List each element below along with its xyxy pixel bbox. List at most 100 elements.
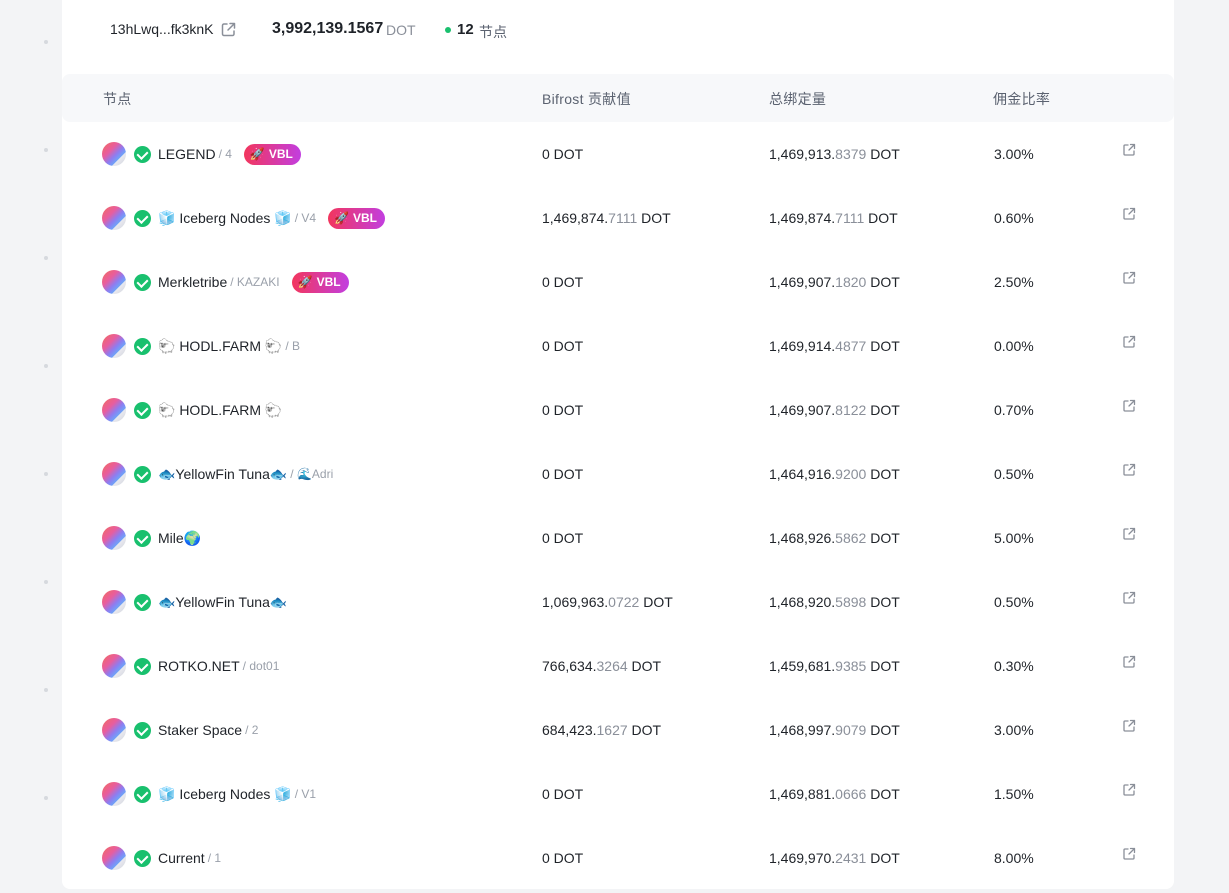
external-link-icon[interactable]	[1122, 655, 1136, 669]
amount-unit: DOT	[549, 338, 584, 354]
validator-name[interactable]: 🧊 Iceberg Nodes 🧊	[158, 786, 292, 803]
bifrost-contribution: 0 DOT	[542, 338, 583, 354]
validator-sub-name: / KAZAKI	[230, 275, 280, 289]
badge-label: VBL	[268, 147, 293, 161]
check-circle-icon	[134, 594, 151, 611]
table-row[interactable]: 🧊 Iceberg Nodes 🧊 / V4 🚀 VBL 1,469,874.71…	[62, 186, 1174, 250]
validator-name[interactable]: LEGEND	[158, 146, 216, 162]
account-address[interactable]: 13hLwq...fk3knK	[110, 21, 214, 37]
validator-name[interactable]: 🐟YellowFin Tuna🐟	[158, 594, 287, 611]
amount-decimal: 2431	[835, 850, 867, 866]
external-link-icon[interactable]	[1122, 847, 1136, 861]
table-row[interactable]: Staker Space / 2 684,423.1627 DOT 1,468,…	[62, 698, 1174, 762]
validator-name-cell: 🧊 Iceberg Nodes 🧊 / V4 🚀 VBL	[158, 186, 386, 250]
validator-name[interactable]: 🐟YellowFin Tuna🐟	[158, 466, 287, 483]
bifrost-contribution: 684,423.1627 DOT	[542, 722, 661, 738]
amount-unit: DOT	[866, 658, 900, 674]
amount-integer: 1,469,970.	[769, 850, 836, 866]
validator-name-cell: 🧊 Iceberg Nodes 🧊 / V1	[158, 762, 316, 826]
validator-name[interactable]: 🧊 Iceberg Nodes 🧊	[158, 210, 292, 227]
bifrost-contribution: 1,069,963.0722 DOT	[542, 594, 673, 610]
commission-rate: 0.30%	[994, 658, 1034, 674]
validator-name[interactable]: Staker Space	[158, 722, 242, 738]
validator-name-cell: LEGEND / 4 🚀 VBL	[158, 122, 301, 186]
validator-sub-name: / dot01	[242, 659, 280, 673]
table-row[interactable]: 🐑 HODL.FARM 🐑 / B 0 DOT 1,469,914.4877 D…	[62, 314, 1174, 378]
table-row[interactable]: ROTKO.NET / dot01 766,634.3264 DOT 1,459…	[62, 634, 1174, 698]
check-circle-icon	[134, 210, 151, 227]
external-link-icon[interactable]	[1122, 719, 1136, 733]
external-link-icon[interactable]	[1122, 335, 1136, 349]
validator-name-cell: Current / 1	[158, 826, 221, 890]
validator-name[interactable]: ROTKO.NET	[158, 658, 240, 674]
total-bonded: 1,468,997.9079 DOT	[769, 722, 900, 738]
table-row[interactable]: Current / 1 0 DOT 1,469,970.2431 DOT 8.0…	[62, 826, 1174, 890]
amount-unit: DOT	[627, 658, 662, 674]
total-bonded-unit: DOT	[386, 22, 416, 38]
external-link-icon[interactable]	[220, 21, 237, 38]
table-row[interactable]: 🐑 HODL.FARM 🐑 0 DOT 1,469,907.8122 DOT 0…	[62, 378, 1174, 442]
validator-avatar	[102, 782, 126, 806]
vbl-badge: 🚀 VBL	[328, 207, 386, 229]
amount-decimal: 5862	[835, 530, 867, 546]
side-decoration	[44, 0, 52, 893]
validator-name-cell: 🐑 HODL.FARM 🐑 / B	[158, 314, 300, 378]
validator-avatar	[102, 718, 126, 742]
total-bonded: 1,459,681.9385 DOT	[769, 658, 900, 674]
external-link-icon[interactable]	[1122, 591, 1136, 605]
check-circle-icon	[134, 530, 151, 547]
validator-avatar	[102, 270, 126, 294]
external-link-icon[interactable]	[1122, 143, 1136, 157]
validator-name[interactable]: Mile🌍	[158, 530, 201, 547]
amount-integer: 1,069,963.	[542, 594, 609, 610]
amount-decimal: 4877	[835, 338, 867, 354]
validator-avatar	[102, 526, 126, 550]
rocket-icon: 🚀	[334, 211, 350, 225]
table-row[interactable]: 🐟YellowFin Tuna🐟 / 🌊Adri 0 DOT 1,464,916…	[62, 442, 1174, 506]
amount-integer: 1,469,874.	[542, 210, 609, 226]
validator-name[interactable]: Merkletribe	[158, 274, 227, 290]
bifrost-contribution: 0 DOT	[542, 146, 583, 162]
check-circle-icon	[134, 402, 151, 419]
validator-name-cell: 🐑 HODL.FARM 🐑	[158, 378, 285, 442]
external-link-icon[interactable]	[1122, 207, 1136, 221]
external-link-icon[interactable]	[1122, 783, 1136, 797]
node-count-label: 节点	[479, 24, 507, 40]
validator-avatar	[102, 590, 126, 614]
table-row[interactable]: LEGEND / 4 🚀 VBL 0 DOT 1,469,913.8379 DOT…	[62, 122, 1174, 186]
bifrost-contribution: 0 DOT	[542, 850, 583, 866]
amount-unit: DOT	[866, 530, 900, 546]
table-row[interactable]: Merkletribe / KAZAKI 🚀 VBL 0 DOT 1,469,90…	[62, 250, 1174, 314]
amount-integer: 0	[542, 786, 550, 802]
validator-name[interactable]: 🐑 HODL.FARM 🐑	[158, 402, 282, 419]
bifrost-contribution: 0 DOT	[542, 466, 583, 482]
node-count: 12	[457, 21, 474, 38]
validator-avatar	[102, 654, 126, 678]
amount-unit: DOT	[866, 402, 900, 418]
external-link-icon[interactable]	[1122, 399, 1136, 413]
commission-rate: 3.00%	[994, 722, 1034, 738]
external-link-icon[interactable]	[1122, 527, 1136, 541]
bifrost-contribution: 0 DOT	[542, 530, 583, 546]
amount-integer: 0	[542, 338, 550, 354]
table-row[interactable]: 🧊 Iceberg Nodes 🧊 / V1 0 DOT 1,469,881.0…	[62, 762, 1174, 826]
validator-sub-name: / 4	[218, 147, 232, 161]
validator-avatar	[102, 398, 126, 422]
total-bonded: 1,469,907.8122 DOT	[769, 402, 900, 418]
validator-name[interactable]: 🐑 HODL.FARM 🐑	[158, 338, 282, 355]
amount-decimal: 5898	[835, 594, 867, 610]
commission-rate: 0.70%	[994, 402, 1034, 418]
amount-integer: 0	[542, 466, 550, 482]
check-circle-icon	[134, 146, 151, 163]
amount-decimal: 8379	[835, 146, 867, 162]
rocket-icon: 🚀	[249, 147, 265, 161]
table-row[interactable]: Mile🌍 0 DOT 1,468,926.5862 DOT 5.00%	[62, 506, 1174, 570]
validator-name[interactable]: Current	[158, 850, 205, 866]
amount-unit: DOT	[549, 466, 584, 482]
validator-sub-name: / V4	[294, 211, 317, 225]
table-row[interactable]: 🐟YellowFin Tuna🐟 1,069,963.0722 DOT 1,46…	[62, 570, 1174, 634]
amount-integer: 1,469,874.	[769, 210, 836, 226]
validator-name-cell: Mile🌍	[158, 506, 204, 570]
external-link-icon[interactable]	[1122, 463, 1136, 477]
external-link-icon[interactable]	[1122, 271, 1136, 285]
